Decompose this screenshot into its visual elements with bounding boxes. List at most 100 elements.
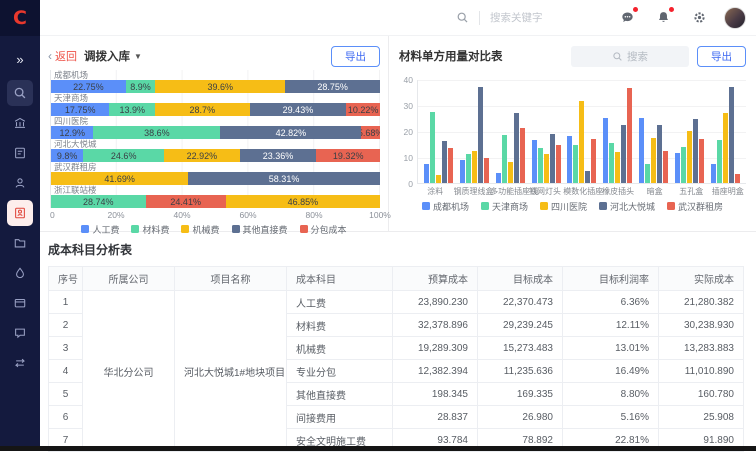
bar-segment[interactable]: 5.68% [361, 126, 380, 139]
legend-item[interactable]: 成都机场 [422, 200, 469, 213]
sidebar-item-resources[interactable] [7, 260, 33, 286]
grouped-bar[interactable] [436, 175, 441, 183]
grouped-bar[interactable] [645, 164, 650, 184]
bar-segment[interactable]: 28.74% [51, 195, 146, 208]
grouped-bar[interactable] [579, 101, 584, 183]
bar-segment[interactable]: 10.22% [346, 103, 380, 116]
bar-segment[interactable]: 42.82% [220, 126, 361, 139]
chart-search-input[interactable]: 搜索 [571, 46, 689, 67]
back-link[interactable]: 返回 [55, 48, 77, 64]
user-avatar[interactable] [724, 7, 746, 29]
sidebar-expand-icon[interactable]: » [7, 46, 33, 72]
grouped-bar[interactable] [639, 118, 644, 183]
bar-segment[interactable]: 58.31% [188, 172, 380, 185]
bar-segment[interactable]: 41.69% [51, 172, 188, 185]
grouped-bar[interactable] [567, 136, 572, 183]
legend-item[interactable]: 四川医院 [540, 200, 587, 213]
legend-item[interactable]: 河北大悦城 [599, 200, 655, 213]
grouped-bar[interactable] [508, 162, 513, 183]
bar-segment[interactable]: 23.36% [240, 149, 317, 162]
bar-segment[interactable]: 13.9% [109, 103, 155, 116]
legend-item[interactable]: 分包成本 [300, 223, 347, 236]
settings-button[interactable] [688, 7, 710, 29]
page-title[interactable]: 调拨入库 [84, 48, 130, 64]
notifications-button[interactable] [652, 7, 674, 29]
sidebar-item-messages[interactable] [7, 320, 33, 346]
grouped-bar[interactable] [448, 148, 453, 183]
bar-segment[interactable]: 19.32% [316, 149, 380, 162]
bar-segment[interactable]: 24.41% [146, 195, 226, 208]
sidebar-item-search[interactable] [7, 80, 33, 106]
grouped-bar[interactable] [556, 145, 561, 183]
legend-item[interactable]: 人工费 [81, 223, 119, 236]
legend-item[interactable]: 天津商场 [481, 200, 528, 213]
grouped-bar[interactable] [466, 154, 471, 183]
grouped-bar[interactable] [520, 128, 525, 183]
app-logo[interactable]: C [0, 0, 40, 36]
grouped-bar[interactable] [538, 148, 543, 183]
grouped-bar[interactable] [681, 147, 686, 183]
legend-item[interactable]: 材料费 [131, 223, 169, 236]
chevron-down-icon[interactable]: ▼ [134, 52, 142, 61]
grouped-bar[interactable] [472, 151, 477, 184]
legend-item[interactable]: 武汉群租房 [667, 200, 723, 213]
grouped-bar[interactable] [550, 134, 555, 183]
grouped-bar[interactable] [573, 145, 578, 183]
grouped-bar[interactable] [693, 119, 698, 183]
global-search-input[interactable] [490, 12, 574, 24]
grouped-bar[interactable] [430, 112, 435, 184]
grouped-bar[interactable] [484, 158, 489, 183]
grouped-bar[interactable] [615, 152, 620, 183]
bar-segment[interactable]: 24.6% [83, 149, 164, 162]
grouped-bar[interactable] [442, 141, 447, 183]
grouped-bar[interactable] [663, 151, 668, 184]
grouped-bar[interactable] [657, 125, 662, 184]
grouped-bar[interactable] [723, 113, 728, 183]
grouped-bar[interactable] [735, 174, 740, 183]
grouped-bar[interactable] [585, 171, 590, 183]
bar-segment[interactable]: 22.75% [51, 80, 126, 93]
messages-button[interactable] [616, 7, 638, 29]
bar-segment[interactable]: 9.8% [51, 149, 83, 162]
grouped-bar[interactable] [729, 87, 734, 183]
bar-segment[interactable]: 38.6% [93, 126, 220, 139]
sidebar-item-company[interactable] [7, 110, 33, 136]
bar-segment[interactable]: 12.9% [51, 126, 93, 139]
grouped-bar[interactable] [514, 113, 519, 183]
sidebar-item-transfer[interactable] [7, 350, 33, 376]
grouped-bar[interactable] [651, 138, 656, 184]
bar-segment[interactable]: 17.75% [51, 103, 109, 116]
grouped-bar[interactable] [609, 143, 614, 183]
grouped-bar[interactable] [591, 139, 596, 183]
bar-segment[interactable]: 28.7% [155, 103, 249, 116]
sidebar-item-projects-active[interactable] [7, 200, 33, 226]
grouped-bar[interactable] [711, 164, 716, 184]
legend-item[interactable]: 其他直接费 [232, 223, 288, 236]
sidebar-item-users[interactable] [7, 170, 33, 196]
export-button[interactable]: 导出 [331, 46, 380, 67]
export-button[interactable]: 导出 [697, 46, 746, 67]
bar-segment[interactable]: 46.85% [226, 195, 380, 208]
sidebar-item-files[interactable] [7, 230, 33, 256]
grouped-bar[interactable] [424, 164, 429, 184]
search-icon[interactable] [456, 11, 469, 24]
grouped-bar[interactable] [627, 88, 632, 183]
grouped-bar[interactable] [699, 139, 704, 183]
grouped-bar[interactable] [687, 131, 692, 183]
bar-segment[interactable]: 28.75% [285, 80, 380, 93]
grouped-bar[interactable] [544, 154, 549, 183]
sidebar-item-cards[interactable] [7, 290, 33, 316]
grouped-bar[interactable] [502, 135, 507, 183]
sidebar-item-documents[interactable] [7, 140, 33, 166]
bar-segment[interactable]: 29.43% [250, 103, 347, 116]
bar-segment[interactable]: 8.9% [126, 80, 155, 93]
grouped-bar[interactable] [496, 173, 501, 183]
grouped-bar[interactable] [603, 118, 608, 183]
grouped-bar[interactable] [532, 140, 537, 183]
bar-segment[interactable]: 39.6% [155, 80, 285, 93]
bar-segment[interactable]: 22.92% [164, 149, 239, 162]
legend-item[interactable]: 机械费 [181, 223, 219, 236]
grouped-bar[interactable] [717, 140, 722, 183]
grouped-bar[interactable] [621, 125, 626, 184]
grouped-bar[interactable] [675, 153, 680, 183]
